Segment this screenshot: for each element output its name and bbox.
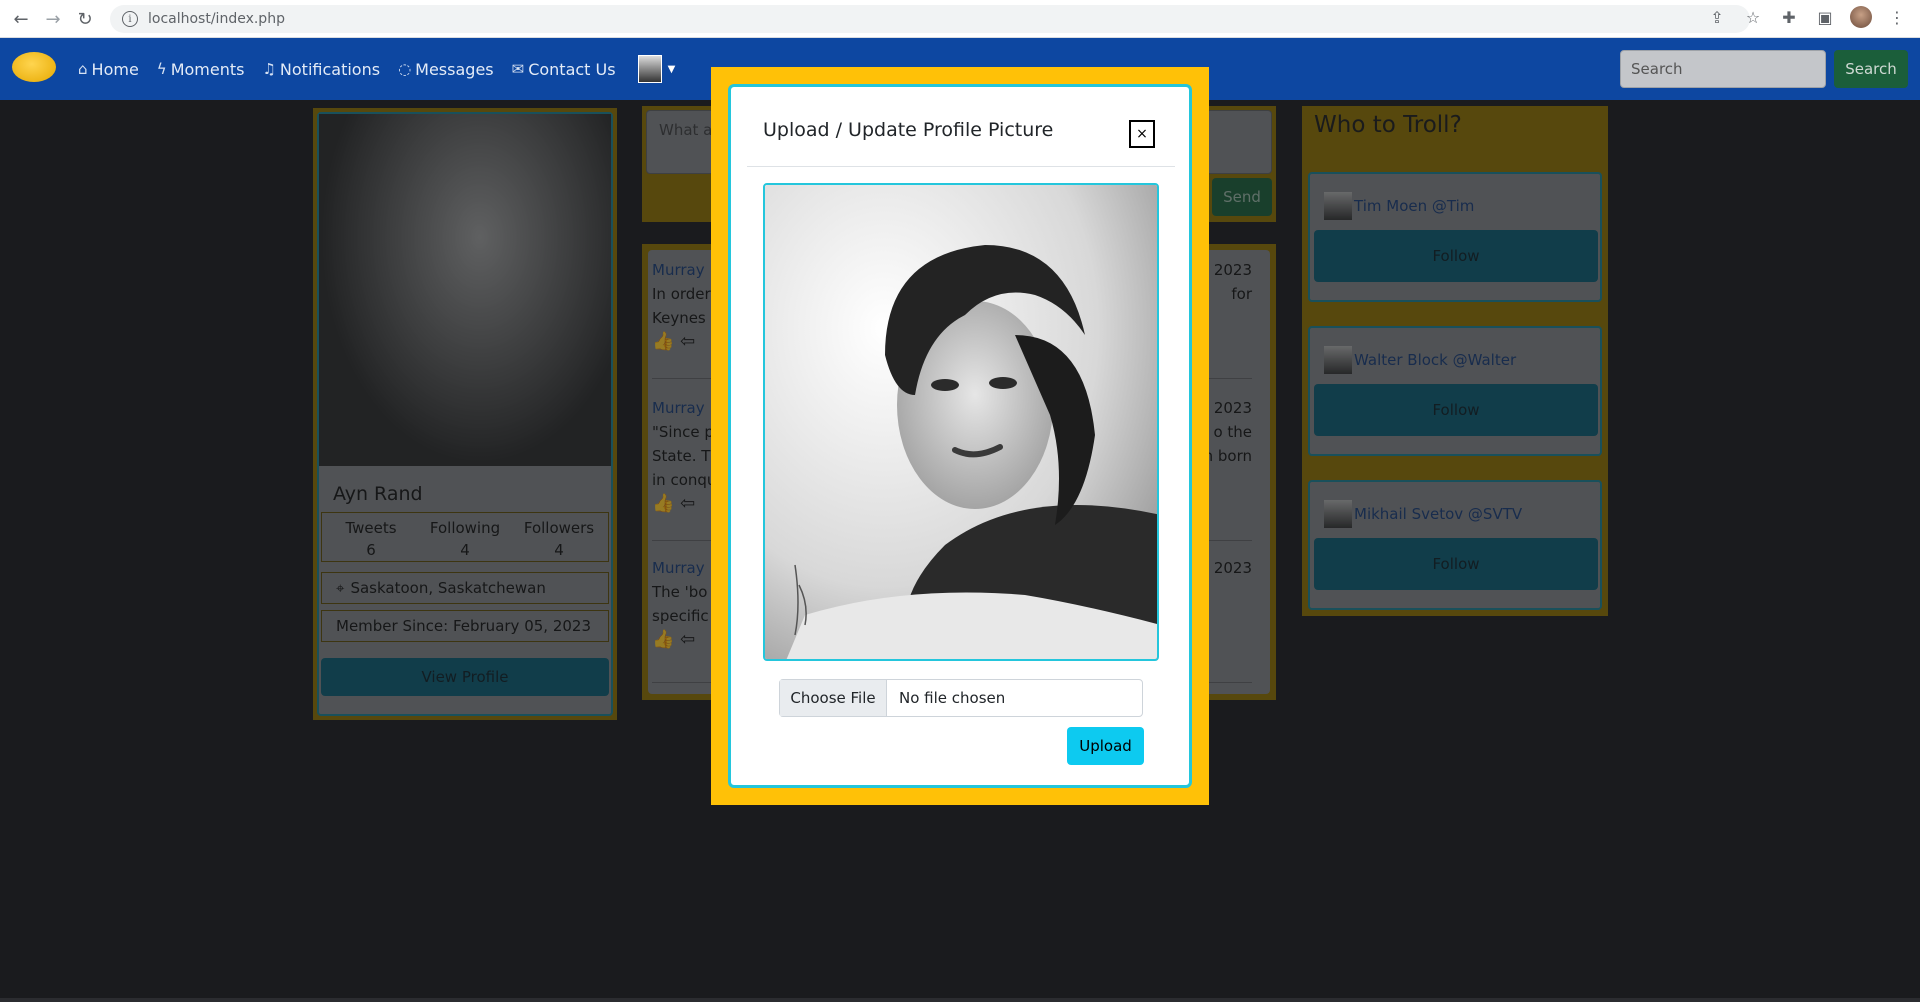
chevron-down-icon: ▼ [667, 63, 676, 75]
portrait-image [765, 185, 1157, 659]
address-url: localhost/index.php [148, 11, 285, 27]
tweet-author[interactable]: Murray [652, 399, 705, 417]
suggested-user-card: Tim Moen @Tim Follow [1308, 172, 1602, 302]
suggested-user-card: Walter Block @Walter Follow [1308, 326, 1602, 456]
follow-button[interactable]: Follow [1314, 538, 1598, 590]
tweet-author[interactable]: Murray [652, 261, 705, 279]
info-icon[interactable]: i [122, 11, 138, 27]
user-avatar [1324, 192, 1352, 220]
bell-icon: ♫ [262, 60, 276, 78]
lightning-icon: ϟ [156, 60, 167, 78]
suggested-user-name[interactable]: Mikhail Svetov @SVTV [1354, 505, 1522, 523]
like-icon[interactable]: 👍 [652, 629, 674, 650]
follow-button[interactable]: Follow [1314, 230, 1598, 282]
nav-moments[interactable]: ϟ Moments [157, 60, 245, 79]
like-icon[interactable]: 👍 [652, 331, 674, 352]
nav-notifications[interactable]: ♫ Notifications [262, 60, 380, 79]
share-icon[interactable]: ⇦ [680, 629, 695, 650]
choose-file-button[interactable]: Choose File [780, 680, 887, 716]
back-icon[interactable]: ← [8, 6, 34, 32]
close-button[interactable]: × [1129, 120, 1155, 148]
sidepanel-icon[interactable]: ▣ [1814, 6, 1836, 28]
star-icon[interactable]: ☆ [1742, 6, 1764, 28]
bottom-border [0, 998, 1920, 1002]
upload-profile-modal: Upload / Update Profile Picture × Choose… [711, 67, 1209, 805]
forward-icon[interactable]: → [40, 6, 66, 32]
address-bar[interactable]: i localhost/index.php [110, 5, 1750, 33]
file-name-label: No file chosen [899, 689, 1006, 707]
share-icon[interactable]: ⇪ [1706, 6, 1728, 28]
profile-stats: Tweets 6 Following 4 Followers 4 [321, 512, 609, 562]
extensions-icon[interactable]: ✚ [1778, 6, 1800, 28]
profile-location: ⌖ Saskatoon, Saskatchewan [321, 572, 609, 604]
nav-messages[interactable]: ◌ Messages [398, 60, 494, 79]
who-to-troll-panel: Who to Troll? Tim Moen @Tim Follow Walte… [1302, 106, 1608, 616]
file-input[interactable]: Choose File No file chosen [779, 679, 1143, 717]
tweet-author[interactable]: Murray [652, 559, 705, 577]
profile-member-since: Member Since: February 05, 2023 [321, 610, 609, 642]
send-button[interactable]: Send [1212, 178, 1272, 216]
user-avatar [637, 55, 662, 83]
upload-button[interactable]: Upload [1067, 727, 1144, 765]
modal-title: Upload / Update Profile Picture [763, 119, 1054, 141]
suggested-user-card: Mikhail Svetov @SVTV Follow [1308, 480, 1602, 610]
nav-home[interactable]: ⌂ Home [78, 60, 139, 79]
browser-toolbar: ← → ↻ i localhost/index.php ⇪ ☆ ✚ ▣ ⋮ [0, 0, 1920, 38]
share-icon[interactable]: ⇦ [680, 331, 695, 352]
profile-photo [319, 114, 611, 466]
profile-picture-preview [763, 183, 1159, 661]
home-icon: ⌂ [78, 60, 88, 78]
modal-dialog: Upload / Update Profile Picture × Choose… [728, 84, 1192, 788]
modal-divider [747, 166, 1175, 167]
user-avatar [1324, 346, 1352, 374]
nav-user-dropdown[interactable]: ▼ [634, 55, 676, 83]
envelope-icon: ✉ [511, 60, 525, 78]
profile-card: Ayn Rand Tweets 6 Following 4 Followers 4 ⌖… [313, 108, 617, 720]
who-to-troll-title: Who to Troll? [1314, 112, 1462, 138]
share-icon[interactable]: ⇦ [680, 493, 695, 514]
chat-icon: ◌ [398, 60, 412, 78]
browser-menu-icon[interactable]: ⋮ [1886, 6, 1908, 28]
follow-button[interactable]: Follow [1314, 384, 1598, 436]
map-pin-icon: ⌖ [336, 579, 345, 597]
like-icon[interactable]: 👍 [652, 493, 674, 514]
nav-contact-us[interactable]: ✉ Contact Us [512, 60, 616, 79]
lemon-logo-icon[interactable] [12, 52, 56, 82]
view-profile-button[interactable]: View Profile [321, 658, 609, 696]
browser-profile-avatar[interactable] [1850, 6, 1872, 28]
profile-name: Ayn Rand [333, 483, 423, 505]
search-button[interactable]: Search [1834, 50, 1908, 88]
suggested-user-name[interactable]: Walter Block @Walter [1354, 351, 1516, 369]
user-avatar [1324, 500, 1352, 528]
search-input[interactable]: Search [1620, 50, 1826, 88]
suggested-user-name[interactable]: Tim Moen @Tim [1354, 197, 1474, 215]
reload-icon[interactable]: ↻ [72, 6, 98, 32]
